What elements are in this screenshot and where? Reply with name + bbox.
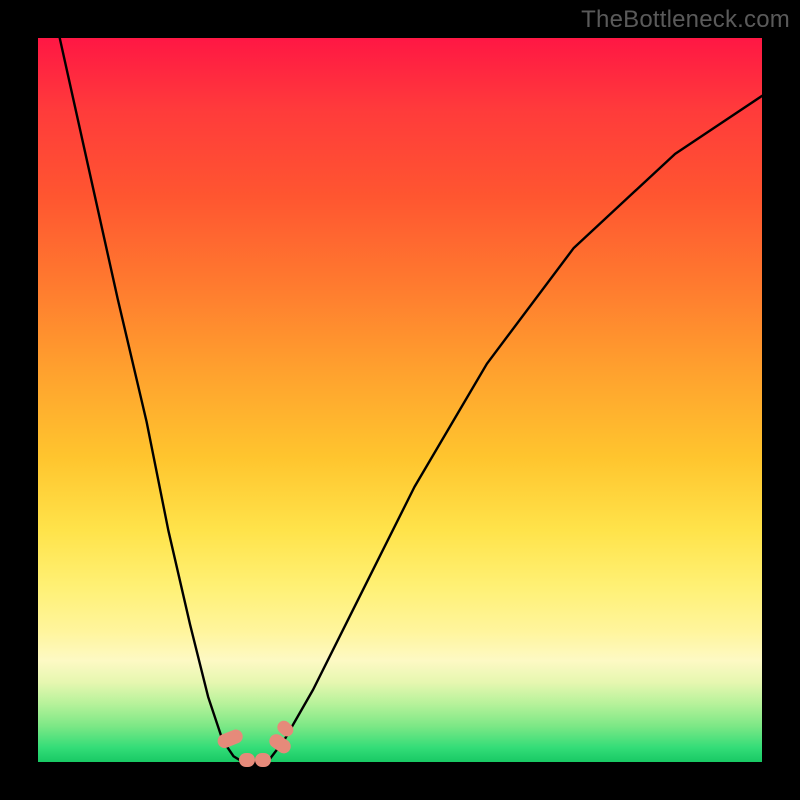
bottleneck-curve [38, 38, 762, 762]
data-marker [255, 753, 271, 767]
plot-area [38, 38, 762, 762]
chart-frame: TheBottleneck.com [0, 0, 800, 800]
data-marker [239, 753, 255, 767]
watermark-text: TheBottleneck.com [581, 6, 790, 34]
